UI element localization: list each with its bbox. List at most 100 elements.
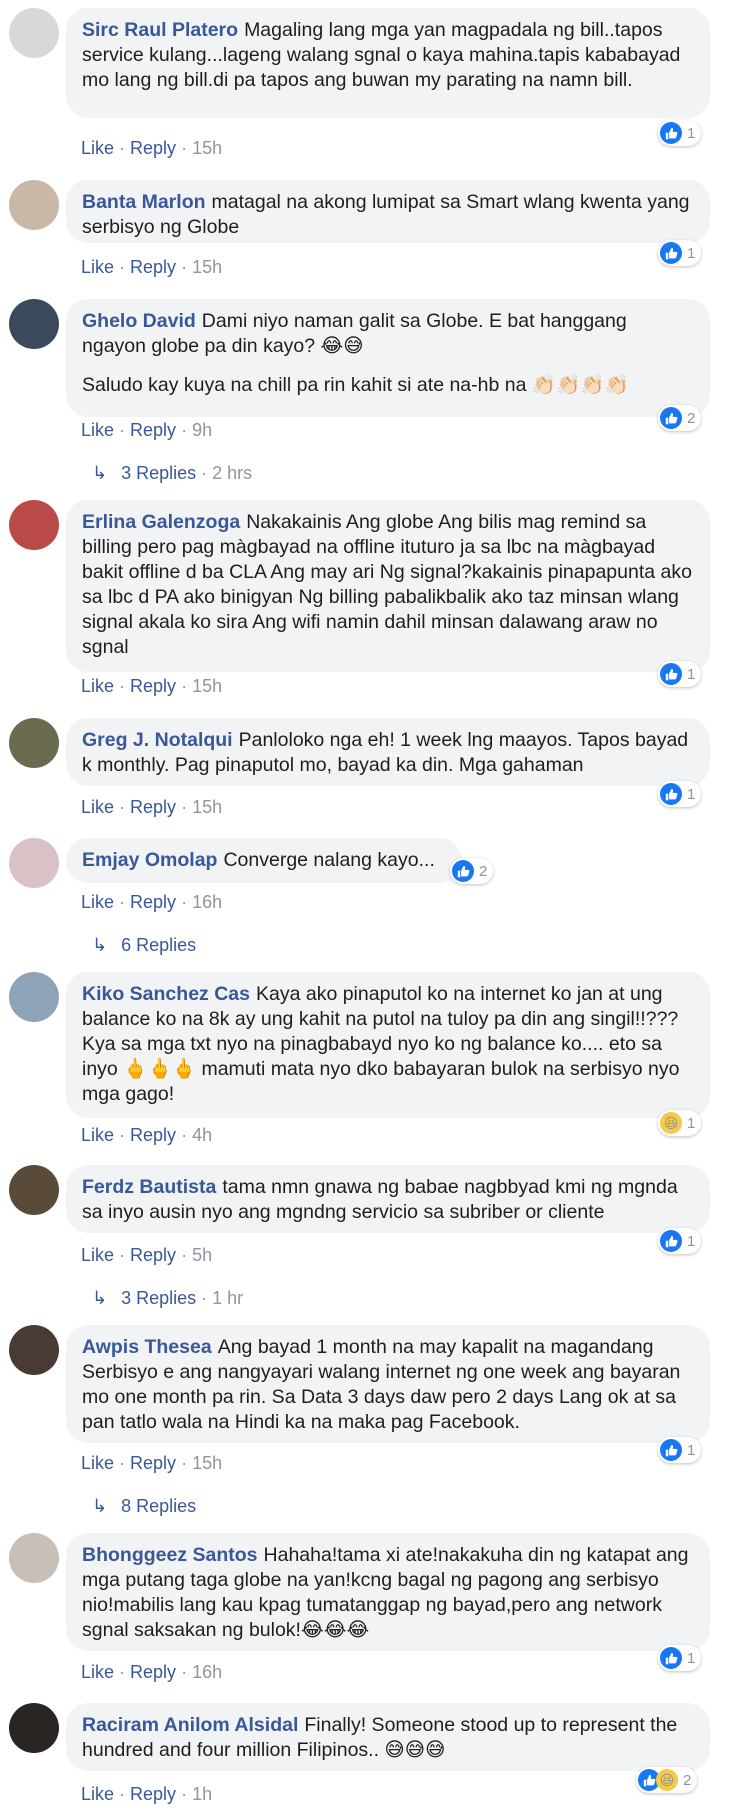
reply-link[interactable]: Reply: [130, 1784, 176, 1804]
avatar[interactable]: [9, 500, 59, 550]
reaction-summary[interactable]: 😆 1: [658, 1110, 702, 1136]
separator: ·: [119, 1784, 126, 1804]
comment-time[interactable]: 1h: [192, 1784, 212, 1804]
like-link[interactable]: Like: [81, 1245, 114, 1265]
comment-bubble: Ferdz Bautista tama nmn gnawa ng babae na…: [66, 1165, 710, 1233]
like-reaction-icon: [660, 242, 682, 264]
comment-actions: Like · Reply · 15h: [81, 138, 222, 159]
reply-link[interactable]: Reply: [130, 138, 176, 158]
reaction-summary[interactable]: 😆 2: [636, 1767, 698, 1793]
commenter-name[interactable]: Banta Marlon: [82, 191, 206, 213]
commenter-name[interactable]: Raciram Anilom Alsidal: [82, 1714, 298, 1736]
replies-count[interactable]: 6 Replies: [121, 935, 196, 955]
like-reaction-icon: [660, 1230, 682, 1252]
like-link[interactable]: Like: [81, 1784, 114, 1804]
reply-link[interactable]: Reply: [130, 1662, 176, 1682]
separator: ·: [119, 1453, 126, 1473]
avatar[interactable]: [9, 1703, 59, 1753]
commenter-name[interactable]: Awpis Thesea: [82, 1336, 212, 1358]
reaction-summary[interactable]: 1: [658, 1645, 702, 1671]
reaction-summary[interactable]: 1: [658, 1437, 702, 1463]
separator: ·: [119, 676, 126, 696]
comment-time[interactable]: 16h: [192, 1662, 222, 1682]
separator: ·: [181, 1662, 188, 1682]
reply-link[interactable]: Reply: [130, 257, 176, 277]
commenter-name[interactable]: Ferdz Bautista: [82, 1176, 216, 1198]
separator: ·: [181, 1453, 188, 1473]
comment-time[interactable]: 9h: [192, 420, 212, 440]
like-reaction-icon: [660, 783, 682, 805]
commenter-name[interactable]: Ghelo David: [82, 310, 196, 332]
like-link[interactable]: Like: [81, 797, 114, 817]
comment-actions: Like · Reply · 16h: [81, 892, 222, 913]
avatar[interactable]: [9, 180, 59, 230]
avatar[interactable]: [9, 8, 59, 58]
reply-link[interactable]: Reply: [130, 676, 176, 696]
replies-count[interactable]: 3 Replies: [121, 1288, 196, 1308]
like-link[interactable]: Like: [81, 257, 114, 277]
separator: ·: [119, 1662, 126, 1682]
comment-time[interactable]: 15h: [192, 1453, 222, 1473]
reply-link[interactable]: Reply: [130, 1453, 176, 1473]
comment-time[interactable]: 15h: [192, 138, 222, 158]
reply-link[interactable]: Reply: [130, 420, 176, 440]
like-reaction-icon: [660, 1647, 682, 1669]
reply-link[interactable]: Reply: [130, 892, 176, 912]
separator: ·: [119, 892, 126, 912]
like-link[interactable]: Like: [81, 1453, 114, 1473]
comment-time[interactable]: 15h: [192, 257, 222, 277]
avatar[interactable]: [9, 1533, 59, 1583]
reaction-summary[interactable]: 1: [658, 240, 702, 266]
reaction-summary[interactable]: 1: [658, 661, 702, 687]
view-replies-link[interactable]: ↳ 6 Replies: [92, 935, 196, 956]
reply-link[interactable]: Reply: [130, 797, 176, 817]
view-replies-link[interactable]: ↳ 3 Replies · 1 hr: [92, 1288, 243, 1309]
reaction-summary[interactable]: 1: [658, 120, 702, 146]
comment-actions: Like · Reply · 15h: [81, 257, 222, 278]
like-link[interactable]: Like: [81, 138, 114, 158]
like-link[interactable]: Like: [81, 1125, 114, 1145]
comment-bubble: Erlina Galenzoga Nakakainis Ang globe Ang…: [66, 500, 710, 672]
reply-link[interactable]: Reply: [130, 1245, 176, 1265]
comment-bubble: Banta Marlon matagal na akong lumipat sa …: [66, 180, 710, 243]
comment-time[interactable]: 15h: [192, 797, 222, 817]
replies-count[interactable]: 3 Replies: [121, 463, 196, 483]
comment-time[interactable]: 15h: [192, 676, 222, 696]
commenter-name[interactable]: Emjay Omolap: [82, 849, 217, 871]
separator: ·: [181, 892, 188, 912]
like-link[interactable]: Like: [81, 676, 114, 696]
separator: ·: [181, 1245, 188, 1265]
reaction-count: 1: [687, 244, 696, 262]
comment-text: Nakakainis Ang globe Ang bilis mag remin…: [82, 511, 692, 658]
avatar[interactable]: [9, 838, 59, 888]
commenter-name[interactable]: Greg J. Notalqui: [82, 729, 233, 751]
commenter-name[interactable]: Erlina Galenzoga: [82, 511, 240, 533]
avatar[interactable]: [9, 972, 59, 1022]
avatar[interactable]: [9, 1165, 59, 1215]
comment-bubble: Emjay Omolap Converge nalang kayo...: [66, 838, 462, 883]
avatar[interactable]: [9, 299, 59, 349]
avatar[interactable]: [9, 718, 59, 768]
comment-time[interactable]: 4h: [192, 1125, 212, 1145]
commenter-name[interactable]: Kiko Sanchez Cas: [82, 983, 250, 1005]
like-link[interactable]: Like: [81, 1662, 114, 1682]
reaction-summary[interactable]: 2: [450, 858, 494, 884]
reaction-count: 2: [479, 862, 488, 880]
comment-time[interactable]: 16h: [192, 892, 222, 912]
view-replies-link[interactable]: ↳ 3 Replies · 2 hrs: [92, 463, 252, 484]
reaction-summary[interactable]: 1: [658, 1228, 702, 1254]
avatar[interactable]: [9, 1325, 59, 1375]
view-replies-link[interactable]: ↳ 8 Replies: [92, 1496, 196, 1517]
reaction-summary[interactable]: 2: [658, 405, 702, 431]
commenter-name[interactable]: Bhonggeez Santos: [82, 1544, 258, 1566]
replies-count[interactable]: 8 Replies: [121, 1496, 196, 1516]
like-link[interactable]: Like: [81, 892, 114, 912]
reply-link[interactable]: Reply: [130, 1125, 176, 1145]
separator: ·: [181, 420, 188, 440]
commenter-name[interactable]: Sirc Raul Platero: [82, 19, 238, 41]
like-link[interactable]: Like: [81, 420, 114, 440]
reaction-summary[interactable]: 1: [658, 781, 702, 807]
comment-time[interactable]: 5h: [192, 1245, 212, 1265]
comment-actions: Like · Reply · 16h: [81, 1662, 222, 1683]
separator: ·: [181, 257, 188, 277]
